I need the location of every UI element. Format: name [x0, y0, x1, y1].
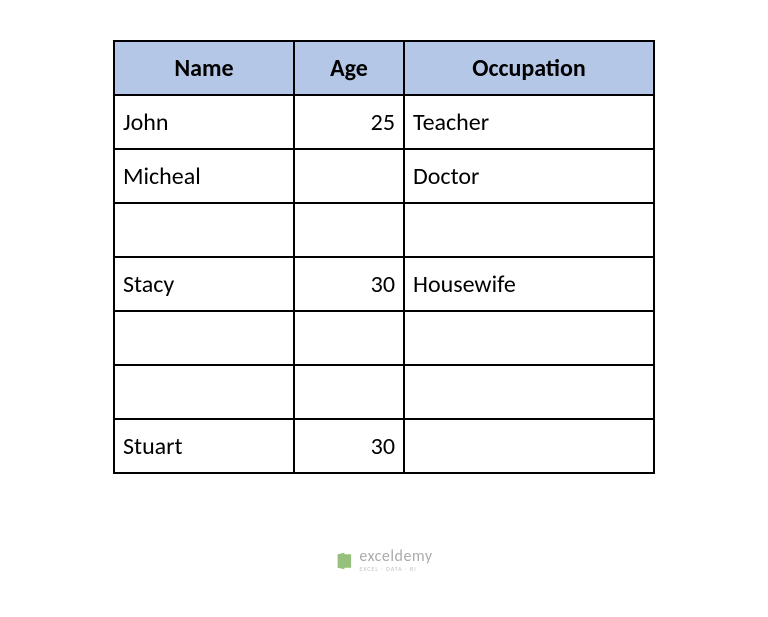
- cell-age: 25: [294, 95, 404, 149]
- cell-name: [114, 311, 294, 365]
- cell-age: [294, 311, 404, 365]
- header-age: Age: [294, 41, 404, 95]
- cell-occupation: [404, 419, 654, 473]
- cell-age: [294, 203, 404, 257]
- excel-icon: [335, 552, 353, 570]
- table-header-row: Name Age Occupation: [114, 41, 654, 95]
- cell-name: Micheal: [114, 149, 294, 203]
- cell-age: [294, 365, 404, 419]
- cell-occupation: Housewife: [404, 257, 654, 311]
- watermark-text: exceldemy EXCEL · DATA · BI: [359, 549, 432, 572]
- cell-age: 30: [294, 419, 404, 473]
- table-row: Stacy 30 Housewife: [114, 257, 654, 311]
- watermark-main: exceldemy: [359, 549, 432, 565]
- cell-occupation: [404, 311, 654, 365]
- cell-occupation: Doctor: [404, 149, 654, 203]
- watermark-sub: EXCEL · DATA · BI: [359, 566, 432, 572]
- data-table: Name Age Occupation John 25 Teacher Mich…: [113, 40, 655, 474]
- header-name: Name: [114, 41, 294, 95]
- watermark: exceldemy EXCEL · DATA · BI: [335, 549, 432, 572]
- table-row: [114, 203, 654, 257]
- cell-name: [114, 365, 294, 419]
- data-table-container: Name Age Occupation John 25 Teacher Mich…: [113, 40, 655, 474]
- cell-name: Stacy: [114, 257, 294, 311]
- header-occupation: Occupation: [404, 41, 654, 95]
- cell-occupation: Teacher: [404, 95, 654, 149]
- table-row: [114, 311, 654, 365]
- table-row: Stuart 30: [114, 419, 654, 473]
- table-row: [114, 365, 654, 419]
- cell-occupation: [404, 203, 654, 257]
- cell-name: [114, 203, 294, 257]
- cell-age: 30: [294, 257, 404, 311]
- table-row: John 25 Teacher: [114, 95, 654, 149]
- cell-occupation: [404, 365, 654, 419]
- cell-name: Stuart: [114, 419, 294, 473]
- table-row: Micheal Doctor: [114, 149, 654, 203]
- cell-name: John: [114, 95, 294, 149]
- cell-age: [294, 149, 404, 203]
